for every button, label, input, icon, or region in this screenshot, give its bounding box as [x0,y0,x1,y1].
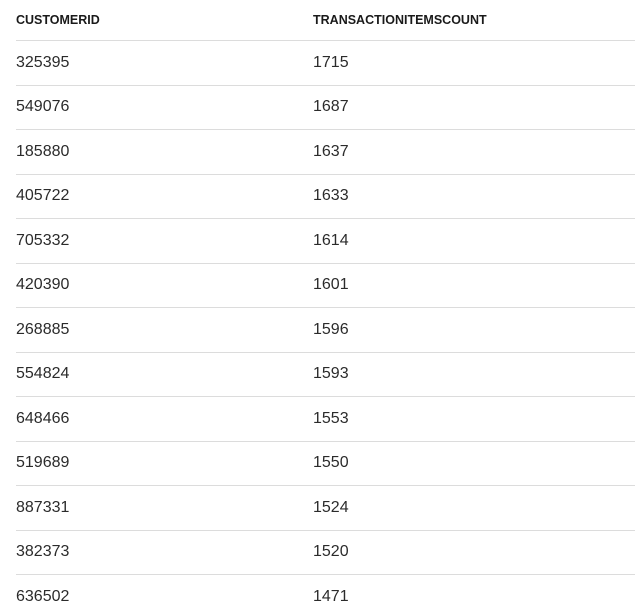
table-row: 887331 1524 [16,485,635,531]
table-row: 705332 1614 [16,218,635,264]
cell-transactionitemscount: 1687 [313,85,635,130]
table-row: 648466 1553 [16,396,635,442]
column-header-transactionitemscount[interactable]: TRANSACTIONITEMSCOUNT [313,0,635,41]
cell-customerid: 325395 [16,40,313,86]
cell-customerid: 268885 [16,307,313,353]
results-table: CUSTOMERID TRANSACTIONITEMSCOUNT 325395 … [16,0,635,601]
table-row: 519689 1550 [16,441,635,486]
table-row: 554824 1593 [16,352,635,397]
cell-customerid: 648466 [16,396,313,442]
cell-customerid: 887331 [16,485,313,531]
table-row: 382373 1520 [16,530,635,575]
table-row: 420390 1601 [16,263,635,308]
table-row: 185880 1637 [16,129,635,175]
table-row: 636502 1471 [16,574,635,601]
table-header-row: CUSTOMERID TRANSACTIONITEMSCOUNT [16,0,635,41]
cell-transactionitemscount: 1614 [313,218,635,264]
cell-customerid: 636502 [16,574,313,601]
table-row: 325395 1715 [16,40,635,86]
cell-transactionitemscount: 1633 [313,174,635,219]
cell-customerid: 705332 [16,218,313,264]
cell-customerid: 405722 [16,174,313,219]
cell-transactionitemscount: 1637 [313,129,635,175]
table-row: 549076 1687 [16,85,635,130]
results-table-container: CUSTOMERID TRANSACTIONITEMSCOUNT 325395 … [16,0,635,601]
cell-transactionitemscount: 1524 [313,485,635,531]
cell-customerid: 185880 [16,129,313,175]
cell-transactionitemscount: 1593 [313,352,635,397]
cell-transactionitemscount: 1520 [313,530,635,575]
cell-customerid: 420390 [16,263,313,308]
cell-customerid: 519689 [16,441,313,486]
cell-customerid: 382373 [16,530,313,575]
cell-transactionitemscount: 1550 [313,441,635,486]
cell-transactionitemscount: 1471 [313,574,635,601]
cell-transactionitemscount: 1553 [313,396,635,442]
table-row: 405722 1633 [16,174,635,219]
column-header-customerid[interactable]: CUSTOMERID [16,0,313,41]
table-row: 268885 1596 [16,307,635,353]
cell-transactionitemscount: 1601 [313,263,635,308]
cell-customerid: 554824 [16,352,313,397]
cell-transactionitemscount: 1715 [313,40,635,86]
cell-customerid: 549076 [16,85,313,130]
cell-transactionitemscount: 1596 [313,307,635,353]
